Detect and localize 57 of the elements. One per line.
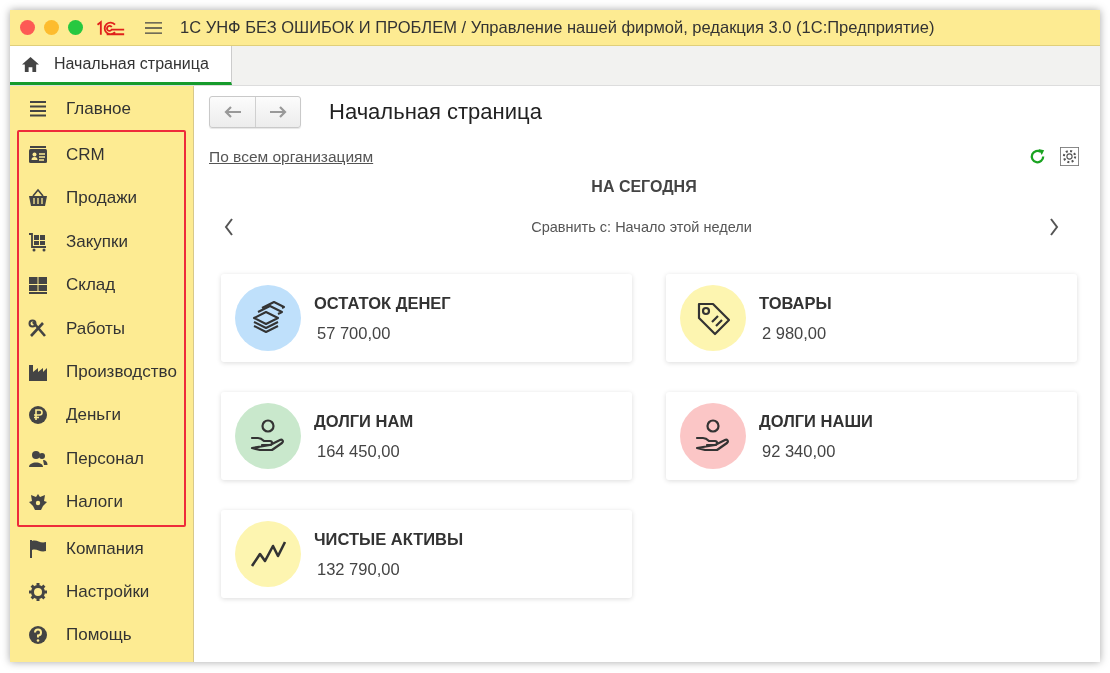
left-arrow-icon	[223, 106, 242, 118]
tab[interactable]: Начальная страница	[10, 46, 232, 85]
sidebar-item[interactable]: Персонал	[19, 437, 184, 481]
people-icon	[28, 448, 48, 469]
cart-icon	[28, 231, 48, 252]
sidebar-item[interactable]: Продажи	[19, 176, 184, 221]
basket-icon	[28, 188, 48, 209]
card-title: ДОЛГИ НАШИ	[759, 411, 873, 431]
tools-icon	[28, 318, 48, 339]
factory-icon	[28, 362, 48, 383]
card-title: ОСТАТОК ДЕНЕГ	[314, 293, 451, 313]
sidebar-item[interactable]: Налоги	[19, 480, 184, 524]
chevron-left-icon[interactable]	[224, 218, 234, 236]
settings-icon[interactable]	[1060, 147, 1079, 166]
help-icon	[28, 625, 48, 646]
card-value: 132 790,00	[316, 559, 401, 579]
summary-card[interactable]: ЧИСТЫЕ АКТИВЫ 132 790,00	[221, 510, 632, 598]
refresh-icon[interactable]	[1028, 147, 1047, 166]
summary-card[interactable]: ДОЛГИ НАШИ 92 340,00	[666, 392, 1077, 480]
card-value: 92 340,00	[761, 441, 837, 461]
home-icon	[21, 55, 40, 73]
card-value: 2 980,00	[761, 323, 828, 343]
sidebar-item[interactable]: Компания	[10, 526, 193, 571]
ruble-icon	[28, 405, 48, 426]
summary-card[interactable]: ОСТАТОК ДЕНЕГ 57 700,00	[221, 274, 632, 362]
logo-icon	[95, 18, 125, 37]
sidebar-item[interactable]: Работы	[19, 306, 184, 351]
window-title: 1С УНФ БЕЗ ОШИБОК И ПРОБЛЕМ / Управление нашей фирмой, редакция 3.0 (1С:Предприятие)	[180, 18, 935, 37]
section-heading: НА СЕГОДНЯ	[590, 178, 698, 196]
chevron-right-icon[interactable]	[1049, 218, 1059, 236]
card-title: ТОВАРЫ	[759, 293, 832, 313]
compare-period-label: Сравнить с: Начало этой недели	[531, 219, 752, 235]
sidebar-item[interactable]: Склад	[19, 263, 184, 307]
close-button[interactable]	[20, 20, 35, 35]
sidebar-item[interactable]: Деньги	[19, 393, 184, 438]
summary-card[interactable]: ТОВАРЫ 2 980,00	[666, 274, 1077, 362]
menu-icon[interactable]	[145, 20, 162, 35]
sidebar-item[interactable]: Закупки	[19, 220, 184, 264]
page-title: Начальная страница	[329, 99, 542, 125]
card-title: ЧИСТЫЕ АКТИВЫ	[314, 529, 464, 549]
sidebar-item[interactable]: Помощь	[10, 613, 193, 658]
summary-card[interactable]: ДОЛГИ НАМ 164 450,00	[221, 392, 632, 480]
flag-icon	[28, 538, 48, 559]
maximize-button[interactable]	[68, 20, 83, 35]
contact-card-icon	[28, 145, 48, 166]
sidebar-item[interactable]: Настройки	[10, 570, 193, 614]
sidebar-item[interactable]: CRM	[19, 133, 184, 177]
blocks-icon	[28, 275, 48, 296]
menu-icon	[28, 98, 48, 119]
card-value: 164 450,00	[316, 441, 401, 461]
sidebar-item[interactable]: Производство	[19, 350, 184, 394]
sidebar-item[interactable]: Главное	[10, 87, 193, 131]
card-value: 57 700,00	[316, 323, 392, 343]
card-title: ДОЛГИ НАМ	[314, 411, 414, 431]
right-arrow-icon	[269, 106, 287, 118]
settings-icon	[28, 582, 48, 602]
organizations-link[interactable]: По всем организациям	[209, 147, 374, 166]
